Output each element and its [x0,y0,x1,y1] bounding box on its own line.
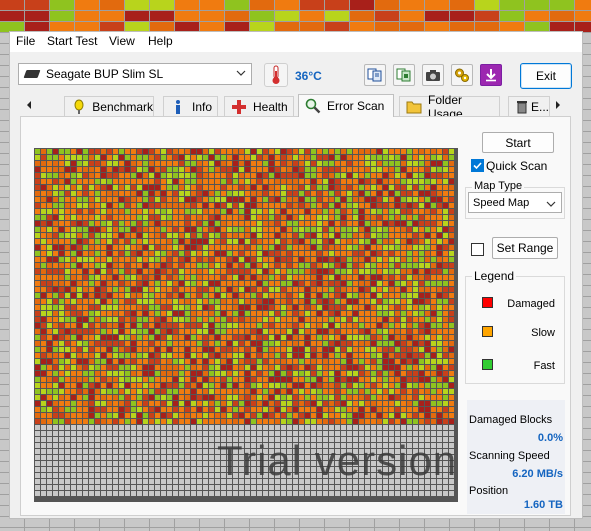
set-range-button[interactable]: Set Range [492,237,558,259]
quick-scan-checkbox[interactable] [471,159,484,172]
tab-info[interactable]: Info [163,96,218,116]
check-icon [473,162,482,170]
tab-scroll-left-icon[interactable] [24,99,34,111]
quick-scan-label: Quick Scan [486,159,548,173]
menu-help[interactable]: Help [148,34,173,48]
map-type-select[interactable]: Speed Map [468,192,562,213]
copy-screenshot-icon[interactable] [393,64,415,86]
scanning-speed-label: Scanning Speed [469,450,550,462]
damaged-blocks-value: 0.0% [537,432,563,444]
tab-error-scan[interactable]: Error Scan [298,94,394,117]
damaged-blocks-label: Damaged Blocks [469,414,553,426]
legend-title: Legend [472,269,517,283]
error-scan-panel: Trial version Start Quick Scan Map Type … [20,116,571,516]
tab-label: Info [192,99,213,114]
legend-swatch-slow [482,326,493,337]
legend-swatch-damaged [482,297,493,308]
magnifier-icon [305,98,321,114]
app-window: File Start Test View Help Seagate BUP Sl… [9,31,583,519]
drive-select[interactable]: Seagate BUP Slim SL [18,63,252,85]
position-label: Position [469,485,509,497]
tab-scroll-right-icon[interactable] [553,99,563,111]
menu-view[interactable]: View [109,34,135,48]
download-icon[interactable] [480,64,502,86]
trash-icon [515,99,529,115]
exit-button[interactable]: Exit [520,63,572,89]
tab-label: Benchmark [92,99,153,114]
map-type-title: Map Type [472,180,525,192]
tab-folder-usage[interactable]: Folder Usage [399,93,500,121]
tab-benchmark[interactable]: Benchmark [64,96,154,116]
position-value: 1.60 TB [523,499,563,511]
copy-text-icon[interactable] [364,64,386,86]
thermometer-icon[interactable] [264,63,288,87]
camera-icon[interactable] [422,64,444,86]
options-gears-icon[interactable] [451,64,473,86]
drive-label: Seagate BUP Slim SL [46,67,164,81]
tab-strip: Benchmark Info Health Error Scan Folder … [10,93,582,121]
menu-start-test[interactable]: Start Test [47,34,97,48]
tab-label: E... [530,99,549,114]
health-cross-icon [231,99,247,115]
tab-health[interactable]: Health [224,96,294,116]
trial-watermark: Trial version [217,437,458,484]
chevron-down-icon [546,201,556,207]
legend-label-slow: Slow [531,327,555,339]
start-button[interactable]: Start [482,132,554,153]
temperature-value: 36°C [295,69,322,83]
scanning-speed-value: 6.20 MB/s [512,468,563,480]
legend-label-fast: Fast [533,360,555,372]
tab-label: Health [253,99,288,114]
set-range-checkbox[interactable] [471,243,484,256]
drive-icon [23,70,41,78]
folder-icon [406,99,422,115]
stopwatch-icon [71,99,86,115]
chevron-down-icon [236,70,246,76]
menu-file[interactable]: File [16,34,35,48]
legend-swatch-fast [482,359,493,370]
toolbar: Seagate BUP Slim SL 36°C Exit [10,54,582,92]
info-icon [170,99,186,115]
tab-label: Error Scan [327,99,385,113]
scan-stats: Damaged Blocks 0.0% Scanning Speed 6.20 … [467,400,565,514]
map-type-value: Speed Map [473,196,530,209]
menu-bar: File Start Test View Help [10,32,582,52]
legend-label-damaged: Damaged [507,298,555,310]
tab-erase[interactable]: E... [508,96,550,116]
